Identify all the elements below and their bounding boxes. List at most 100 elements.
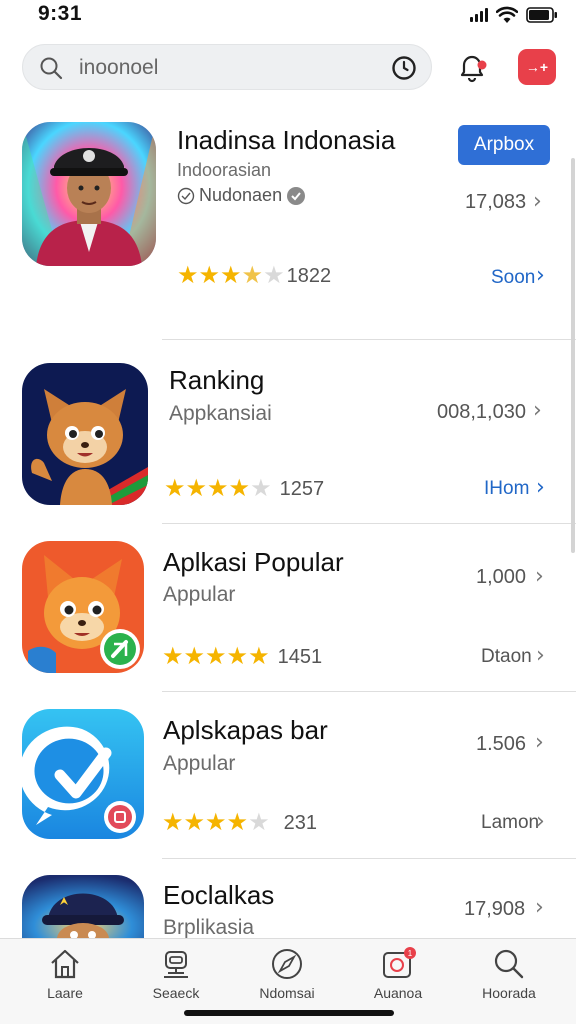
compass-icon [272,949,302,979]
star-rating: ★ ★ ★ ★ ★ 1451 [162,645,322,669]
star-icon: ★ [183,809,206,836]
wifi-icon [496,6,518,23]
star-icon: ★ [228,475,251,502]
chevron-right-icon[interactable]: › [535,895,544,920]
star-empty-icon: ★ [248,809,270,836]
rating-count: 1822 [286,264,332,287]
chevron-right-icon[interactable]: › [533,189,542,214]
rating-count: 1451 [277,645,323,668]
app-name: Inadinsa Indonasia [177,125,396,155]
robot-icon [164,951,188,978]
search-input[interactable]: inoonoel [22,44,432,90]
app-category: Brplikasia [163,916,255,939]
app-link[interactable]: Dtaon [481,646,532,668]
tab-label: Auanoa [373,985,423,1001]
globe-icon [177,187,195,204]
star-icon: ★ [241,262,264,289]
tab-label: Ndomsai [259,985,315,1001]
tab-label: Laare [47,985,83,1001]
download-count: 1.506 [476,733,527,755]
app-category: Indoorasian [177,160,272,180]
svg-text:1: 1 [408,949,413,958]
star-empty-icon: ★ [263,262,285,289]
app-link[interactable]: IHom [484,478,529,500]
status-bar: 9:31 [0,0,576,34]
divider [162,858,576,859]
star-rating: ★ ★ ★ ★ ★ 1257 [164,477,324,501]
divider [162,523,576,524]
download-count: 17,083 [465,191,527,213]
star-icon: ★ [226,809,249,836]
star-rating: ★ ★ ★ ★ ★ 1822 [177,264,331,288]
chevron-right-icon[interactable]: › [535,564,544,589]
download-count: 1,000 [476,566,527,588]
chevron-right-icon[interactable]: › [535,730,544,755]
red-action-label: →+ [525,59,549,75]
tab-auanoa[interactable]: 1 Auanoa [348,947,448,1001]
download-count: 008,1,030 [437,401,526,423]
developer-line: Nudonaen [177,185,306,206]
app-category: Appkansiai [169,402,272,425]
star-icon: ★ [162,809,184,836]
home-indicator[interactable] [184,1010,394,1016]
tab-ndomsai[interactable]: Ndomsai [237,947,337,1001]
tab-laare[interactable]: Laare [15,947,115,1001]
rating-count: 1257 [279,477,325,500]
bell-icon [460,55,487,83]
chevron-right-icon[interactable]: › [533,398,542,423]
notification-button[interactable] [454,50,490,86]
app-name: Eoclalkas [163,880,275,910]
app-name: Aplskapas bar [163,715,328,745]
divider [162,339,576,340]
star-rating: ★ ★ ★ ★ ★ 231 [162,811,317,835]
search-icon [494,949,524,979]
tab-label: Hoorada [482,985,536,1001]
signal-icon [470,8,488,22]
clock-icon[interactable] [391,55,417,81]
star-icon: ★ [248,643,270,670]
star-icon: ★ [226,643,249,670]
battery-icon [526,7,557,23]
star-empty-icon: ★ [250,475,272,502]
app-category: Appular [163,752,236,775]
chevron-right-icon[interactable]: › [536,475,545,500]
app-category: Appular [163,583,236,606]
get-button[interactable]: Arpbox [458,125,550,165]
app-icon-eoclalkas[interactable] [22,875,144,939]
star-icon: ★ [183,643,206,670]
home-icon [51,949,79,979]
arcade-icon: 1 [383,947,416,978]
status-time: 9:31 [38,2,83,25]
chevron-right-icon[interactable]: › [536,809,545,834]
tab-hoorada[interactable]: Hoorada [459,947,559,1001]
star-icon: ★ [205,809,227,836]
app-icon-aplskapas-bar[interactable] [22,709,144,839]
star-icon: ★ [162,643,184,670]
verified-icon [287,186,306,205]
star-icon: ★ [164,475,186,502]
red-action-button[interactable]: →+ [518,49,556,85]
chevron-right-icon[interactable]: › [536,643,545,668]
app-link[interactable]: Lamon [481,812,539,834]
chevron-right-icon[interactable]: › [536,263,545,288]
download-count: 17,908 [464,898,526,920]
app-icon-ranking[interactable] [22,363,148,505]
status-icons [470,6,558,24]
app-icon-inadinsa[interactable] [22,122,156,266]
developer-name: Nudonaen [199,185,283,205]
rating-count: 231 [283,811,317,834]
star-icon: ★ [185,475,208,502]
search-text: inoonoel [79,56,159,79]
app-icon-aplkasi-popular[interactable] [22,541,144,673]
tab-label: Seaeck [152,985,200,1001]
scrollbar[interactable] [571,158,575,553]
app-name: Aplkasi Popular [163,547,344,577]
star-icon: ★ [220,262,242,289]
divider [162,691,576,692]
star-icon: ★ [207,475,229,502]
app-link[interactable]: Soon [491,267,535,289]
star-icon: ★ [198,262,221,289]
star-icon: ★ [177,262,199,289]
search-icon [40,57,63,80]
tab-seaeck[interactable]: Seaeck [126,947,226,1001]
